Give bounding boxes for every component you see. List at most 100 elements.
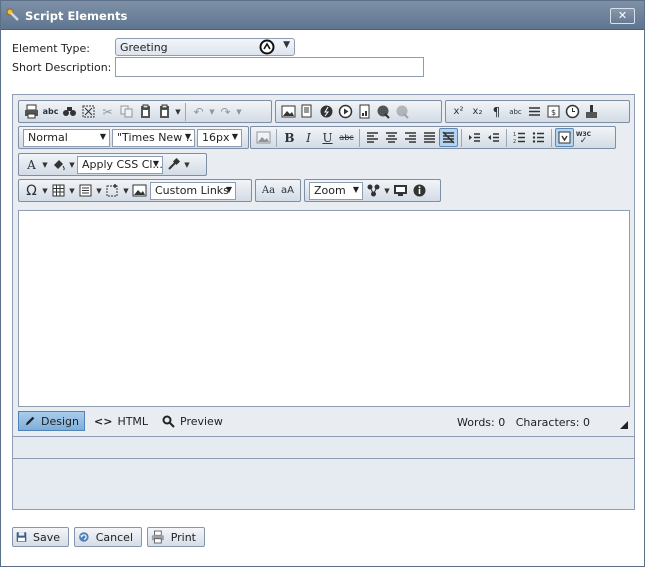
spellcheck-icon[interactable]: abc <box>41 102 60 121</box>
snippet-icon[interactable] <box>103 181 122 200</box>
background-color-icon[interactable] <box>49 155 68 174</box>
format-painter-icon[interactable] <box>164 155 183 174</box>
subscript-icon[interactable]: x₂ <box>468 102 487 121</box>
horizontal-rule-icon[interactable] <box>525 102 544 121</box>
redo-icon[interactable]: ↷ <box>216 102 235 121</box>
close-button[interactable]: ✕ <box>610 8 635 24</box>
document-manager-icon[interactable] <box>298 102 317 121</box>
about-info-icon[interactable] <box>410 181 429 200</box>
code-brackets-icon: <> <box>94 414 113 428</box>
align-left-icon[interactable] <box>363 128 382 147</box>
background-color-dropdown-icon[interactable]: ▼ <box>68 161 76 169</box>
paste-dropdown-icon[interactable]: ▼ <box>174 108 182 116</box>
svg-text:1: 1 <box>513 132 516 138</box>
resize-handle-icon[interactable] <box>620 421 628 429</box>
tab-preview[interactable]: Preview <box>157 411 228 431</box>
undo-icon[interactable]: ↶ <box>189 102 208 121</box>
redo-dropdown-icon[interactable]: ▼ <box>235 108 243 116</box>
flash-manager-icon[interactable] <box>317 102 336 121</box>
cancel-button[interactable]: Cancel <box>74 527 142 547</box>
new-paragraph-icon[interactable]: ¶ <box>487 102 506 121</box>
bold-icon[interactable]: B <box>280 128 299 147</box>
insert-date-icon[interactable] <box>563 102 582 121</box>
bulleted-list-icon[interactable] <box>529 128 548 147</box>
form-element-icon[interactable] <box>76 181 95 200</box>
paste-special-icon[interactable] <box>155 102 174 121</box>
image-properties-icon[interactable] <box>254 128 273 147</box>
css-class-select[interactable]: Apply CSS Cl... ▼ <box>77 155 163 174</box>
media-manager-icon[interactable] <box>336 102 355 121</box>
symbols-dropdown-icon[interactable]: ▼ <box>41 187 49 195</box>
foreground-color-icon[interactable]: A <box>22 155 41 174</box>
image-map-icon[interactable] <box>130 181 149 200</box>
undo-dropdown-icon[interactable]: ▼ <box>208 108 216 116</box>
paragraph-style-select[interactable]: Normal ▼ <box>23 128 110 147</box>
justify-icon[interactable] <box>420 128 439 147</box>
editor-mode-bar: Design <> HTML Preview Words: 0 Characte… <box>13 409 634 435</box>
floppy-disk-icon <box>16 532 27 542</box>
save-button[interactable]: Save <box>12 527 69 547</box>
print-icon[interactable] <box>22 102 41 121</box>
form-element-dropdown-icon[interactable]: ▼ <box>95 187 103 195</box>
character-count: Characters: 0 <box>515 416 590 429</box>
track-changes-icon[interactable] <box>391 181 410 200</box>
zoom-select[interactable]: Zoom ▼ <box>309 181 363 200</box>
tab-design[interactable]: Design <box>18 411 85 431</box>
align-right-icon[interactable] <box>401 128 420 147</box>
foreground-color-dropdown-icon[interactable]: ▼ <box>41 161 49 169</box>
undo-arrow-icon <box>79 532 89 542</box>
superscript-icon[interactable]: x² <box>449 102 468 121</box>
align-center-icon[interactable] <box>382 128 401 147</box>
find-replace-icon[interactable] <box>60 102 79 121</box>
image-manager-icon[interactable] <box>279 102 298 121</box>
strikethrough-icon[interactable]: abc <box>337 128 356 147</box>
short-description-input[interactable] <box>115 57 424 77</box>
cut-icon[interactable]: ✂ <box>98 102 117 121</box>
modules-icon[interactable] <box>364 181 383 200</box>
element-type-select[interactable]: Greeting ▼ <box>115 38 295 56</box>
editor-footer-panel <box>13 460 634 509</box>
underline-icon[interactable]: U <box>318 128 337 147</box>
select-all-icon[interactable] <box>79 102 98 121</box>
convert-lowercase-icon[interactable]: Aa <box>259 181 278 200</box>
tab-design-label: Design <box>41 414 79 428</box>
numbered-list-icon[interactable]: 12 <box>510 128 529 147</box>
cancel-label: Cancel <box>95 530 133 544</box>
wrench-icon <box>6 8 19 21</box>
indent-icon[interactable] <box>465 128 484 147</box>
title-bar: Script Elements ✕ <box>1 1 644 30</box>
insert-symbol-icon[interactable]: $ <box>544 102 563 121</box>
copy-icon[interactable] <box>117 102 136 121</box>
omega-symbol-icon[interactable]: Ω <box>22 181 41 200</box>
snippet-dropdown-icon[interactable]: ▼ <box>122 187 130 195</box>
remove-alignment-icon[interactable] <box>439 128 458 147</box>
hyperlink-manager-icon[interactable] <box>374 102 393 121</box>
toolbar-row4-group3: Zoom ▼ ▼ <box>304 179 441 202</box>
custom-links-select[interactable]: Custom Links ▼ <box>150 181 236 200</box>
remove-link-icon[interactable] <box>393 102 412 121</box>
strike-abc-icon[interactable]: abc <box>506 102 525 121</box>
paste-icon[interactable] <box>136 102 155 121</box>
xhtml-validator-icon[interactable]: W3C ✓ <box>574 128 593 147</box>
table-dropdown-icon[interactable]: ▼ <box>68 187 76 195</box>
template-manager-icon[interactable] <box>355 102 374 121</box>
font-name-select[interactable]: "Times New ... ▼ <box>112 128 195 147</box>
modules-dropdown-icon[interactable]: ▼ <box>383 187 391 195</box>
insert-table-icon[interactable] <box>49 181 68 200</box>
toolbar-row1-group2 <box>275 100 442 123</box>
format-stripper-icon[interactable] <box>582 102 601 121</box>
format-painter-dropdown-icon[interactable]: ▼ <box>183 161 191 169</box>
editor-content-area[interactable] <box>18 210 630 407</box>
tab-html[interactable]: <> HTML <box>89 411 153 431</box>
script-elements-dialog: Script Elements ✕ Element Type: Greeting… <box>0 0 645 567</box>
outdent-icon[interactable] <box>484 128 503 147</box>
toggle-document-mode-icon[interactable] <box>555 128 574 147</box>
save-label: Save <box>32 530 60 544</box>
chevron-down-icon: ▼ <box>99 131 106 141</box>
print-button[interactable]: Print <box>147 527 205 547</box>
pointer-cursor-icon <box>259 39 275 55</box>
font-size-select[interactable]: 16px ▼ <box>197 128 242 147</box>
italic-icon[interactable]: I <box>299 128 318 147</box>
separator <box>359 128 360 147</box>
convert-uppercase-icon[interactable]: aA <box>278 181 297 200</box>
